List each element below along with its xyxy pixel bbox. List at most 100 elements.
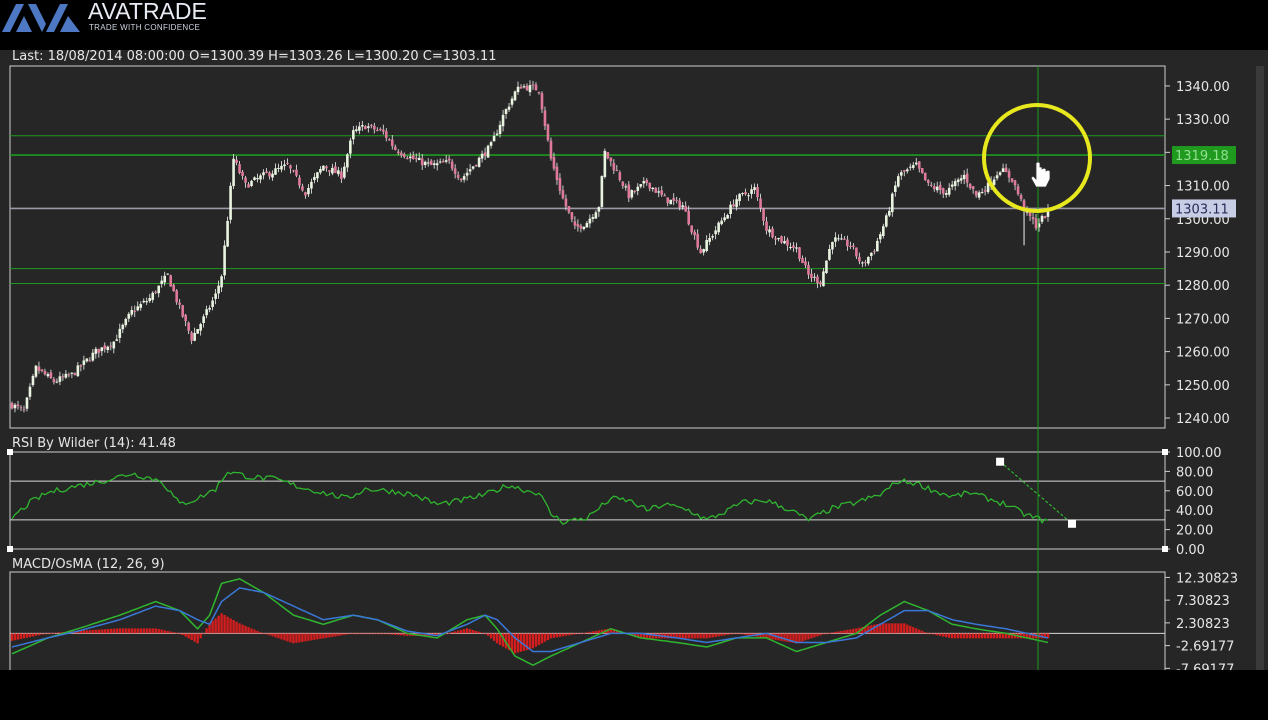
osma-bar [55,632,59,634]
candle-body [106,346,110,351]
osma-bar [447,632,451,634]
osma-bar [391,633,394,635]
osma-bar [849,629,852,634]
candle-body [441,161,445,163]
candle-body [199,324,202,331]
candle-body [846,239,849,247]
candle-body [834,237,837,242]
candle-body [585,223,589,228]
candle-body [450,161,454,169]
rsi-tick-label: 100.00 [1176,446,1222,461]
candle-body [220,276,223,288]
candle-body [953,181,957,186]
osma-bar [238,623,241,634]
osma-bar [825,633,828,635]
osma-bar [983,633,987,639]
brand-tagline: TRADE WITH CONFIDENCE [89,23,201,32]
candle-body [55,381,59,383]
candle-body [124,318,128,326]
candle-body [732,204,735,207]
candle-body [798,247,801,259]
candle-body [274,168,277,175]
candle-body [370,125,373,127]
osma-bar [175,632,178,634]
candle-body [947,187,951,195]
candle-body [861,262,864,264]
osma-bar [980,633,984,639]
candle-body [549,140,553,159]
osma-bar [726,633,729,635]
rsi-panel[interactable]: RSI By Wilder (14): 41.48 100.00 80.00 60.… [7,436,1222,558]
candle-body [819,282,822,285]
candle-body [771,228,774,238]
candle-body [795,247,798,249]
chart-area[interactable]: Last: 18/08/2014 08:00:00 O=1300.39 H=13… [0,49,1268,677]
osma-bar [31,633,35,637]
candle-body [923,172,927,181]
candle-body [456,174,460,178]
osma-bar [738,633,741,635]
chart-canvas[interactable]: Last: 18/08/2014 08:00:00 O=1300.39 H=13… [0,49,1268,677]
right-scrollbar[interactable] [1256,66,1264,670]
candle-body [726,214,729,219]
candle-body [411,155,415,160]
candle-body [711,236,714,238]
last-price-label: 1303.11 [1175,202,1229,217]
osma-bar [379,633,382,635]
candlesticks [10,80,1050,413]
osma-bar [968,633,972,639]
candle-body [325,166,328,169]
rsi-title: RSI By Wilder (14): 41.48 [12,436,176,451]
candle-body [462,176,466,180]
candle-body [438,161,442,163]
osma-bar [247,627,250,634]
candle-body [304,192,307,196]
candle-body [855,247,858,257]
candle-body [265,171,268,173]
candle-body [849,245,852,247]
candle-body [840,238,843,240]
candle-body [765,221,768,231]
osma-bar [813,633,816,638]
candle-body [977,192,981,198]
osma-bar [729,633,732,635]
candle-body [624,186,628,188]
osma-bar [459,629,463,634]
candle-body [157,285,161,294]
macd-panel[interactable]: MACD/OsMA (12, 26, 9) 12.30823 7.30823 2.3… [9,557,1238,677]
osma-bar [337,633,340,636]
candle-body [741,193,744,195]
candle-body [630,190,634,198]
candle-body [346,154,349,168]
candle-body [645,180,649,183]
macd-tick-label: 2.30823 [1176,617,1230,632]
candle-body [387,139,391,141]
osma-bar [184,633,187,637]
osma-bar [846,629,849,634]
candle-body [603,150,607,177]
osma-bar [546,633,550,641]
candle-body [615,169,619,171]
candle-body [417,157,421,161]
osma-bar [181,633,184,636]
osma-bar [549,633,553,639]
candle-body [537,91,541,93]
candle-body [34,365,38,377]
osma-bar [388,633,391,635]
price-frame [9,65,1166,429]
candle-body [175,290,178,303]
candle-body [962,174,966,180]
osma-bar [947,633,951,638]
osma-bar [361,633,364,635]
candle-body [968,183,972,188]
candle-body [543,110,547,126]
candle-body [202,316,205,323]
macd-tick-label: -2.69177 [1176,640,1234,655]
candle-body [340,171,343,180]
osma-bar [930,633,933,635]
candle-body [504,109,508,114]
candle-body [163,275,167,283]
candle-body [43,370,47,375]
candle-body [169,275,172,287]
osma-bar [965,633,969,639]
